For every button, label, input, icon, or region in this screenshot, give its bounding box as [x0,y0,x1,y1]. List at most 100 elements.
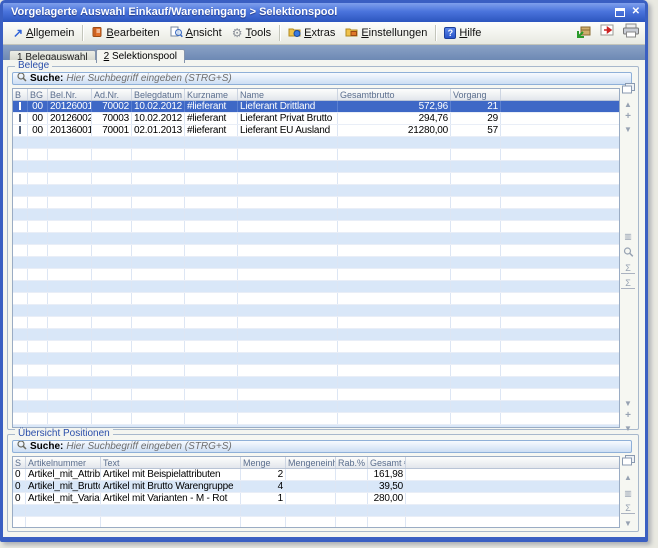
column-header[interactable]: Bel.Nr. [48,89,92,100]
column-header[interactable]: BG [28,89,48,100]
empty-row[interactable] [13,233,619,245]
menu-bar: ↗ Allgemein Bearbeiten Ansicht ⚙ Tools E… [3,22,645,45]
empty-row[interactable] [13,505,619,517]
empty-row[interactable] [13,329,619,341]
package-import-icon[interactable] [576,23,593,43]
position-row[interactable]: 0 Artikel_mit_Attributen Artikel mit Bei… [13,469,619,481]
app-window: Vorgelagerte Auswahl Einkauf/Wareneingan… [0,0,648,542]
column-header[interactable]: Belegdatum [132,89,185,100]
card-view-icon[interactable]: ▥ [621,232,635,242]
card-view-icon[interactable]: ▥ [621,489,635,499]
column-header[interactable]: Kurzname [185,89,238,100]
add-row-icon[interactable]: + [621,411,635,421]
column-header[interactable]: Menge [241,457,286,468]
scroll-down-icon[interactable]: ▼ [621,399,635,409]
empty-row[interactable] [13,317,619,329]
scroll-down-icon[interactable]: ▼ [621,125,635,135]
search-icon [17,440,27,453]
beleg-row-selected[interactable]: 00 20126001 70002 10.02.2012 /Fr #liefer… [13,101,619,113]
empty-row[interactable] [13,377,619,389]
scroll-top-icon[interactable]: ▲ [621,100,635,110]
empty-row[interactable] [13,257,619,269]
menu-hilfe[interactable]: ? Hilfe [439,25,486,41]
column-header[interactable]: Name [238,89,338,100]
positionen-search-input[interactable]: Suche: Hier Suchbegriff eingeben (STRG+S… [12,440,632,453]
belege-grid-header: B BG Bel.Nr. Ad.Nr. Belegdatum Kurzname … [13,89,619,101]
empty-row[interactable] [13,341,619,353]
gear-icon: ⚙ [232,27,243,39]
empty-row[interactable] [13,305,619,317]
menu-tools[interactable]: ⚙ Tools [227,25,276,41]
add-row-icon[interactable]: + [621,112,635,122]
empty-row[interactable] [13,221,619,233]
scroll-top-icon[interactable]: ▲ [621,473,635,483]
position-row[interactable]: 0 Artikel_mit_Varianten Artikel mit Vari… [13,493,619,505]
scroll-down-icon[interactable]: ▼ [621,519,635,529]
help-icon: ? [444,27,456,39]
column-header[interactable]: Mengeneinheit [286,457,336,468]
folder-ball-icon [288,26,301,40]
folder-settings-icon [345,26,358,40]
column-header[interactable]: Ad.Nr. [92,89,132,100]
menu-allgemein[interactable]: ↗ Allgemein [8,25,79,41]
empty-row[interactable] [13,161,619,173]
menu-extras[interactable]: Extras [283,24,340,42]
empty-row[interactable] [13,281,619,293]
empty-row[interactable] [13,245,619,257]
column-chooser-icon[interactable] [621,83,635,97]
empty-row[interactable] [13,269,619,281]
sum-selection-icon[interactable]: Σ [621,278,635,289]
tab-strip: 1 Belegauswahl2 Selektionspool [3,45,645,60]
column-header[interactable]: B [13,89,28,100]
beleg-row[interactable]: 00 20136001 70001 02.01.2013 /Mi #liefer… [13,125,619,137]
column-header[interactable]: Text [101,457,241,468]
column-header[interactable]: S [13,457,26,468]
title-bar[interactable]: Vorgelagerte Auswahl Einkauf/Wareneingan… [3,3,645,22]
positionen-group-label: Übersicht Positionen [15,428,113,439]
menu-einstellungen[interactable]: Einstellungen [340,24,432,42]
menu-separator [435,25,436,41]
empty-row[interactable] [13,197,619,209]
empty-row[interactable] [13,517,619,528]
column-chooser-icon[interactable] [621,455,635,469]
zoom-icon[interactable] [621,247,635,261]
empty-row[interactable] [13,293,619,305]
column-header-filler [501,89,619,100]
sum-icon[interactable]: Σ [621,503,635,514]
menu-separator [82,25,83,41]
empty-row[interactable] [13,137,619,149]
empty-row[interactable] [13,413,619,425]
empty-row[interactable] [13,209,619,221]
empty-row[interactable] [13,401,619,413]
search-icon [17,72,27,85]
column-header[interactable]: Gesamt € [368,457,406,468]
belege-group-label: Belege [15,60,52,71]
beleg-type-icon [13,125,28,136]
close-window-icon[interactable]: ✕ [632,6,640,18]
column-header[interactable]: Artikelnummer [26,457,101,468]
beleg-row[interactable]: 00 20126002 70003 10.02.2012 /Fr #liefer… [13,113,619,125]
content-panel: Belege Suche: Hier Suchbegriff eingeben … [3,60,645,537]
empty-row[interactable] [13,389,619,401]
sum-icon[interactable]: Σ [621,263,635,274]
empty-row[interactable] [13,173,619,185]
belege-search-input[interactable]: Suche: Hier Suchbegriff eingeben (STRG+S… [12,72,632,85]
menu-ansicht[interactable]: Ansicht [165,24,227,43]
position-row[interactable]: 0 Artikel_mit_Brutto_WG Artikel mit Brut… [13,481,619,493]
menu-bearbeiten[interactable]: Bearbeiten [86,24,164,43]
restore-window-icon[interactable] [615,8,625,17]
tab-selektionspool[interactable]: 2 Selektionspool [96,49,185,63]
scroll-bottom-icon[interactable]: ▼ [621,424,635,434]
column-header[interactable]: Rab.% [336,457,368,468]
empty-row[interactable] [13,365,619,377]
empty-row[interactable] [13,353,619,365]
column-header[interactable]: Gesamtbrutto [338,89,451,100]
empty-row[interactable] [13,185,619,197]
notebook-icon [91,26,103,41]
window-title: Vorgelagerte Auswahl Einkauf/Wareneingan… [11,3,337,22]
empty-row[interactable] [13,149,619,161]
export-document-icon[interactable] [599,23,616,43]
column-header[interactable]: Vorgang [451,89,501,100]
column-header-filler [406,457,619,468]
printer-icon[interactable] [622,23,640,43]
